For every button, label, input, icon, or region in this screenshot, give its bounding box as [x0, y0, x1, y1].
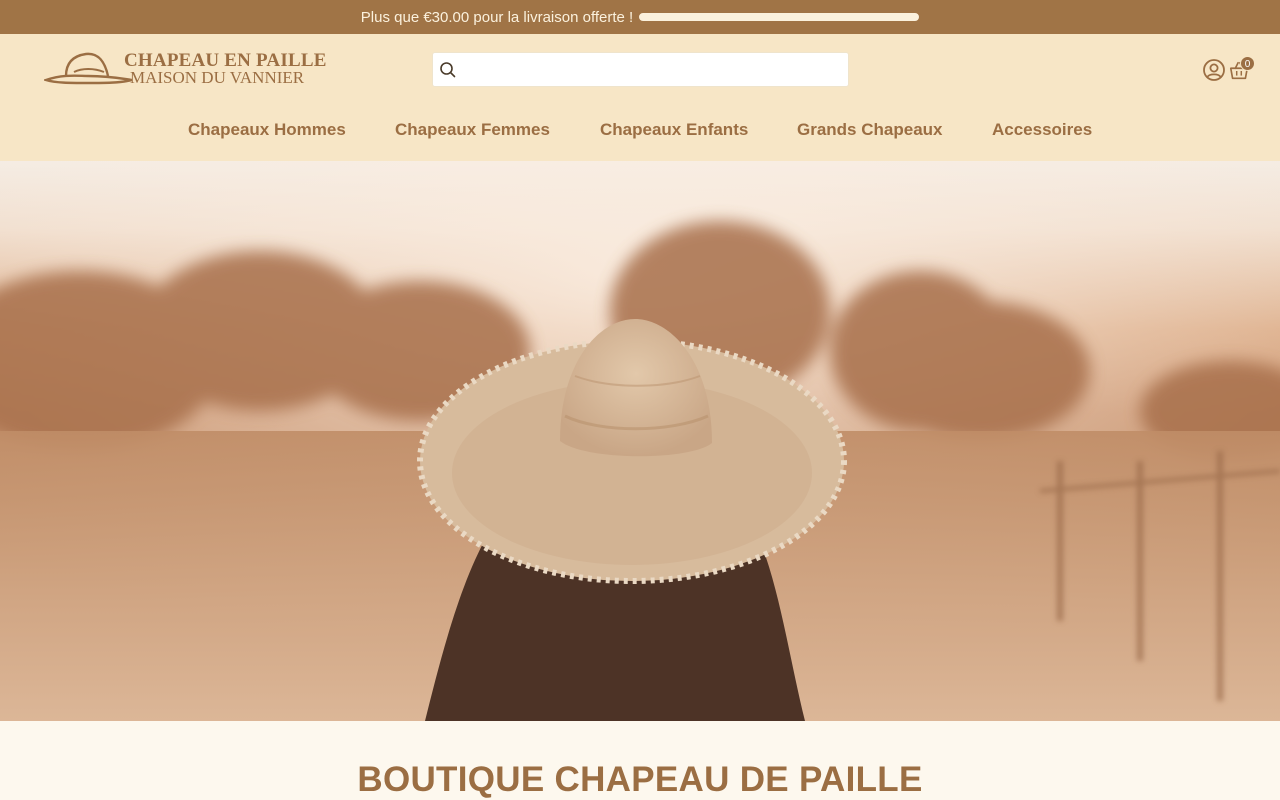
announcement-text: Plus que €30.00 pour la livraison offert…	[360, 8, 634, 26]
main-navigation: Chapeaux Hommes Chapeaux Femmes Chapeaux…	[0, 120, 1280, 146]
site-logo[interactable]: CHAPEAU EN PAILLE MAISON DU VANNIER	[44, 48, 326, 88]
nav-item-chapeaux-hommes[interactable]: Chapeaux Hommes	[188, 120, 346, 140]
nav-item-chapeaux-enfants[interactable]: Chapeaux Enfants	[600, 120, 748, 140]
cart-button[interactable]: 0	[1228, 56, 1258, 82]
free-shipping-progress-fill	[641, 15, 918, 19]
search-bar[interactable]	[432, 52, 849, 87]
page-title: BOUTIQUE CHAPEAU DE PAILLE	[357, 760, 923, 799]
page-title-section: BOUTIQUE CHAPEAU DE PAILLE	[0, 721, 1280, 800]
site-header: CHAPEAU EN PAILLE MAISON DU VANNIER 0 Ch…	[0, 34, 1280, 161]
straw-hat-logo-icon	[44, 52, 133, 85]
hero-straw-hat-illustration	[0, 161, 1280, 721]
hero-banner-image	[0, 161, 1280, 721]
nav-item-accessoires[interactable]: Accessoires	[992, 120, 1092, 140]
search-input[interactable]	[463, 53, 843, 86]
account-icon[interactable]	[1202, 58, 1226, 82]
free-shipping-progress	[639, 13, 920, 21]
logo-text-line2: MAISON DU VANNIER	[130, 68, 305, 87]
announcement-bar: Plus que €30.00 pour la livraison offert…	[0, 0, 1280, 34]
search-icon[interactable]	[439, 61, 457, 79]
cart-count-badge: 0	[1240, 56, 1255, 71]
nav-item-grands-chapeaux[interactable]: Grands Chapeaux	[797, 120, 943, 140]
nav-item-chapeaux-femmes[interactable]: Chapeaux Femmes	[395, 120, 550, 140]
